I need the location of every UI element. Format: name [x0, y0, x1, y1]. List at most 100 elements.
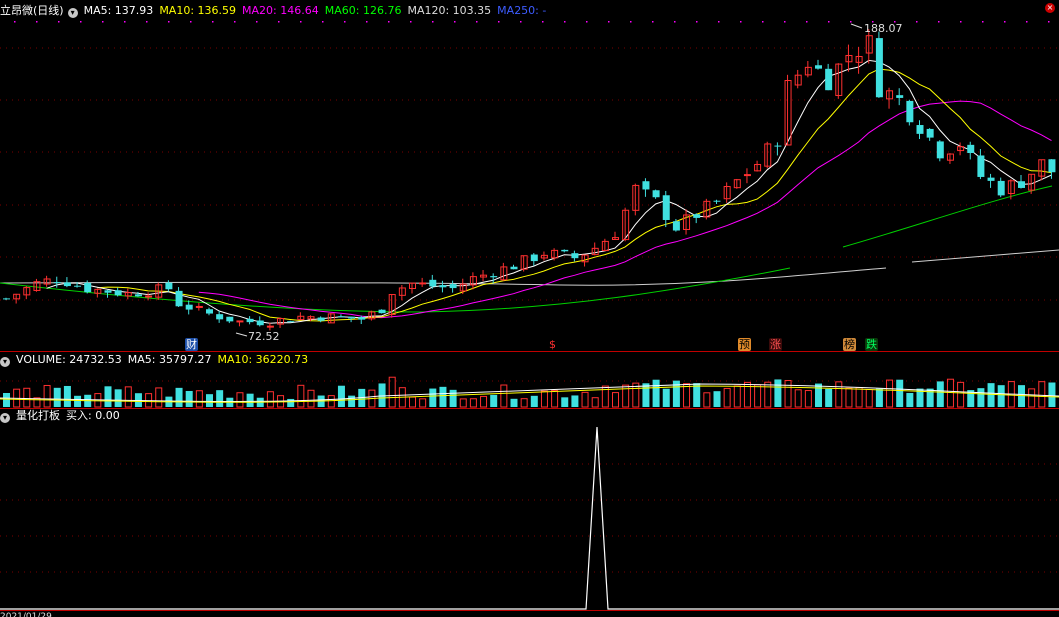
volume-bar-down: [977, 388, 985, 407]
volume-bar-down: [53, 387, 61, 407]
candle-body-down: [815, 65, 822, 69]
volume-bar-down: [642, 383, 650, 407]
marker-dot: [146, 21, 148, 23]
low-price-label: 72.52: [248, 330, 280, 343]
candle-body-up: [236, 320, 244, 323]
candle-body-down: [84, 282, 92, 293]
candle-body-down: [1018, 181, 1025, 188]
volume-bar-down: [74, 395, 82, 407]
marker-dot: [498, 21, 500, 23]
candle-body-down: [63, 282, 71, 287]
volume-bar-down: [825, 388, 833, 407]
volume-bar-up: [388, 376, 396, 408]
volume-bar-down: [287, 398, 295, 407]
volume-bar-down: [439, 386, 447, 407]
volume-bar-down: [561, 397, 569, 407]
volume-bar-up: [957, 381, 965, 408]
volume-bar-down: [246, 393, 254, 407]
candle-body-down: [317, 317, 325, 321]
candle-body-down: [1048, 159, 1056, 173]
candle-body-down: [774, 145, 782, 147]
date-axis-label: 2021/01/29: [0, 612, 52, 617]
event-tag-2[interactable]: 预: [738, 338, 751, 351]
candle-body-down: [429, 279, 437, 287]
marker-dot: [58, 21, 60, 23]
event-tag-1[interactable]: $: [548, 338, 557, 351]
candle-body-down: [530, 254, 538, 262]
volume-bar-up: [855, 387, 863, 408]
volume-indicator-value-2: MA10: 36220.73: [217, 353, 309, 366]
marker-dot: [520, 21, 522, 23]
volume-bar-down: [571, 395, 579, 407]
candle-body-down: [53, 282, 61, 284]
volume-bar-down: [997, 385, 1005, 407]
candle-body-down: [246, 318, 254, 323]
volume-bar-down: [337, 385, 345, 407]
marker-dot: [982, 21, 984, 23]
volume-bar-up: [297, 384, 305, 408]
high-price-label: 188.07: [864, 22, 903, 35]
marker-dot: [674, 21, 676, 23]
volume-bar-up: [845, 387, 853, 408]
marker-dot: [190, 21, 192, 23]
volume-bar-up: [500, 384, 508, 408]
volume-bar-up: [794, 389, 802, 408]
candle-body-up: [195, 305, 203, 308]
candle-body-down: [713, 200, 721, 202]
volume-bar-up: [480, 395, 488, 408]
marker-dot: [300, 21, 302, 23]
indicator-settings-icon[interactable]: ▾: [0, 413, 10, 423]
volume-bar-up: [703, 392, 711, 408]
candle-body-down: [216, 314, 224, 320]
candle-body-down: [134, 294, 142, 297]
candle-body-down: [165, 282, 173, 290]
volume-bar-up: [327, 395, 335, 408]
candle-body-up: [145, 295, 153, 298]
candle-body-down: [358, 317, 366, 320]
marker-dot: [586, 21, 588, 23]
volume-bar-down: [216, 390, 224, 407]
candle-body-down: [693, 214, 701, 218]
volume-bar-down: [693, 383, 701, 407]
event-tag-4[interactable]: 榜: [843, 338, 856, 351]
marker-dot: [14, 21, 16, 23]
candle-body-down: [825, 68, 833, 91]
volume-bar-down: [429, 388, 437, 407]
candle-body-down: [287, 321, 295, 323]
marker-dot: [388, 21, 390, 23]
volume-bar-up: [409, 396, 416, 408]
candle-body-down: [378, 309, 386, 314]
volume-bar-up: [723, 387, 731, 408]
marker-dot: [234, 21, 236, 23]
marker-dot: [806, 21, 808, 23]
low-price-pointer: [235, 332, 248, 337]
marker-dot: [80, 21, 82, 23]
candle-body-down: [997, 180, 1005, 196]
volume-bar-up: [591, 397, 599, 408]
marker-dot: [1026, 21, 1028, 23]
volume-bar-up: [266, 391, 274, 408]
candle-body-down: [896, 95, 904, 98]
volume-settings-icon[interactable]: ▾: [0, 357, 10, 367]
volume-bar-down: [530, 395, 538, 407]
volume-bar-down: [774, 379, 782, 407]
candle-body-down: [226, 316, 234, 322]
volume-bar-up: [551, 389, 559, 408]
kline-chart[interactable]: 188.07 72.52: [0, 0, 1059, 617]
volume-bar-up: [1038, 381, 1046, 408]
indicator-panel-header: ▾ 量化打板 买入: 0.00: [0, 409, 132, 423]
candle-body-up: [743, 174, 751, 177]
volume-bar-up: [784, 379, 792, 408]
candle-body-down: [571, 253, 579, 259]
candle-body-down: [875, 38, 883, 98]
volume-bar-up: [865, 389, 873, 408]
volume-bar-down: [3, 392, 10, 407]
indicator-value-0: 量化打板: [16, 409, 60, 422]
event-tag-3[interactable]: 涨: [769, 338, 782, 351]
marker-dot: [542, 21, 544, 23]
marker-dot: [960, 21, 962, 23]
marker-dot: [696, 21, 698, 23]
event-tag-0[interactable]: 财: [185, 338, 198, 351]
event-tag-5[interactable]: 跌: [865, 338, 878, 351]
volume-bar-down: [104, 386, 112, 407]
